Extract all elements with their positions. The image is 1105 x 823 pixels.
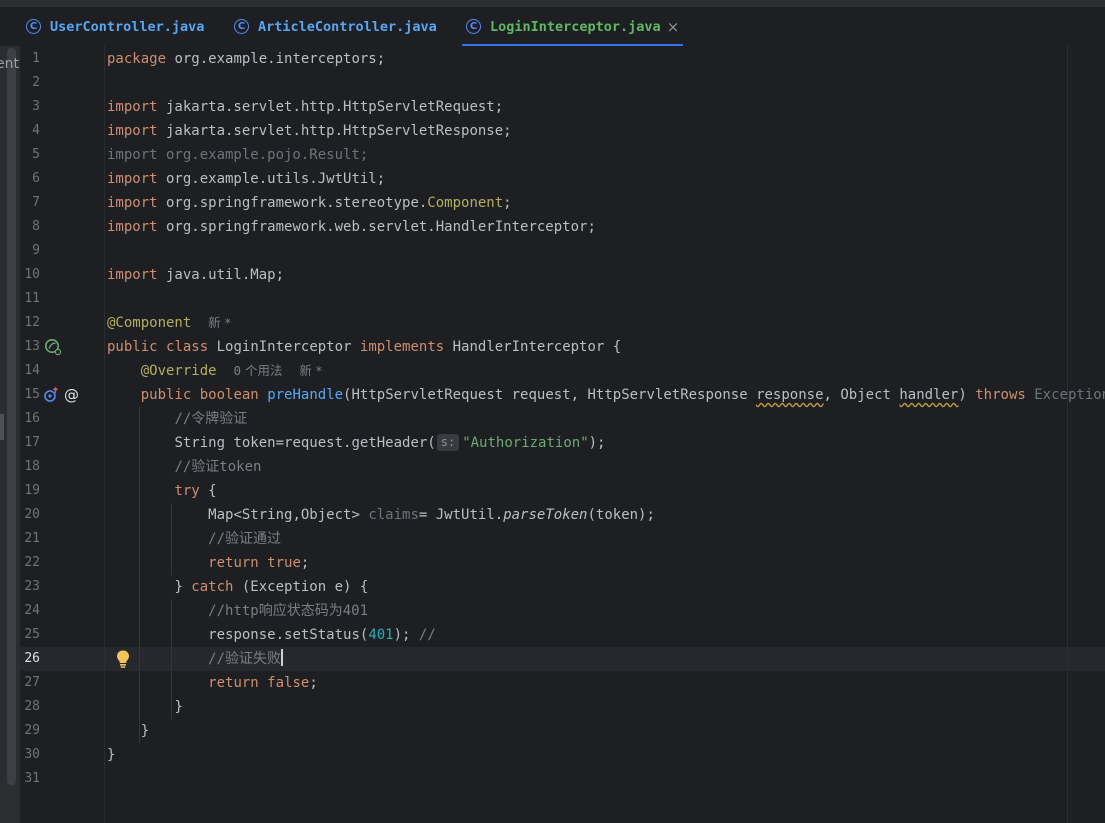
code-line-22: return true; [208,555,310,571]
side-panel-scrollbar[interactable] [7,48,16,785]
code-line-26: //验证失败 [208,649,284,667]
code-line-10: import java.util.Map; [107,267,285,283]
code-line-16: //令牌验证 [174,411,248,427]
window-top-strip [0,0,1105,7]
code-line-19: try { [174,483,217,499]
code-line-17: String token=request.getHeader(s: "Author… [174,434,606,451]
code-line-24: //http响应状态码为401 [208,603,369,619]
code-line-5: import org.example.pojo.Result; [107,147,369,163]
code-line-27: return false; [208,675,318,691]
tab-login-interceptor[interactable]: C LoginInterceptor.java × [461,7,684,47]
code-line-30: } [107,747,116,763]
code-line-1: package org.example.interceptors; [107,51,386,67]
tab-label: UserController.java [50,18,205,35]
author-inlay-hint[interactable]: 新 * [299,363,322,378]
text-caret [281,649,284,666]
code-line-25: response.setStatus(401); // [208,627,436,643]
code-line-6: import org.example.utils.JwtUtil; [107,171,386,187]
code-line-29: } [140,723,150,739]
editor-tab-bar: C UserController.java C ArticleControlle… [20,7,1105,47]
tab-user-controller[interactable]: C UserController.java [26,7,204,46]
code-line-20: Map<String,Object> claims= JwtUtil.parse… [208,507,655,523]
code-line-4: import jakarta.servlet.http.HttpServletR… [107,123,512,139]
code-line-21: //验证通过 [208,531,282,547]
line-number: 31 [24,771,40,786]
code-line-28: } [174,699,183,715]
code-line-7: import org.springframework.stereotype.Co… [107,195,512,211]
close-tab-icon[interactable]: × [667,18,680,36]
class-icon: C [26,19,41,34]
code-editor[interactable]: 1 2 3 4 5 6 7 8 9 10 11 12 13 14 15 16 1… [20,46,1105,823]
side-panel-marker [0,414,4,440]
tab-label: LoginInterceptor.java [490,18,661,35]
code-line-3: import jakarta.servlet.http.HttpServletR… [107,99,504,115]
code-line-8: import org.springframework.web.servlet.H… [107,219,596,235]
author-inlay-hint[interactable]: 新 * [208,315,231,330]
tab-label: ArticleController.java [258,18,437,35]
code-line-14: @Override 0 个用法 新 * [140,363,323,379]
tab-article-controller[interactable]: C ArticleController.java [234,7,437,46]
usages-inlay-hint[interactable]: 0 个用法 [233,363,282,378]
code-line-15: public boolean preHandle(HttpServletRequ… [140,387,1105,403]
code-line-12: @Component 新 * [107,315,231,331]
class-icon: C [466,19,481,34]
code-line-13: public class LoginInterceptor implements… [107,339,622,355]
line-number: 11 [24,291,40,306]
code-line-23: } catch (Exception e) { [174,579,369,595]
parameter-hint: s: [436,434,460,451]
code-line-18: //验证token [174,459,262,475]
line-number: 9 [32,243,40,258]
class-icon: C [234,19,249,34]
line-number: 2 [32,75,40,90]
side-panel-label: ent [0,56,19,72]
